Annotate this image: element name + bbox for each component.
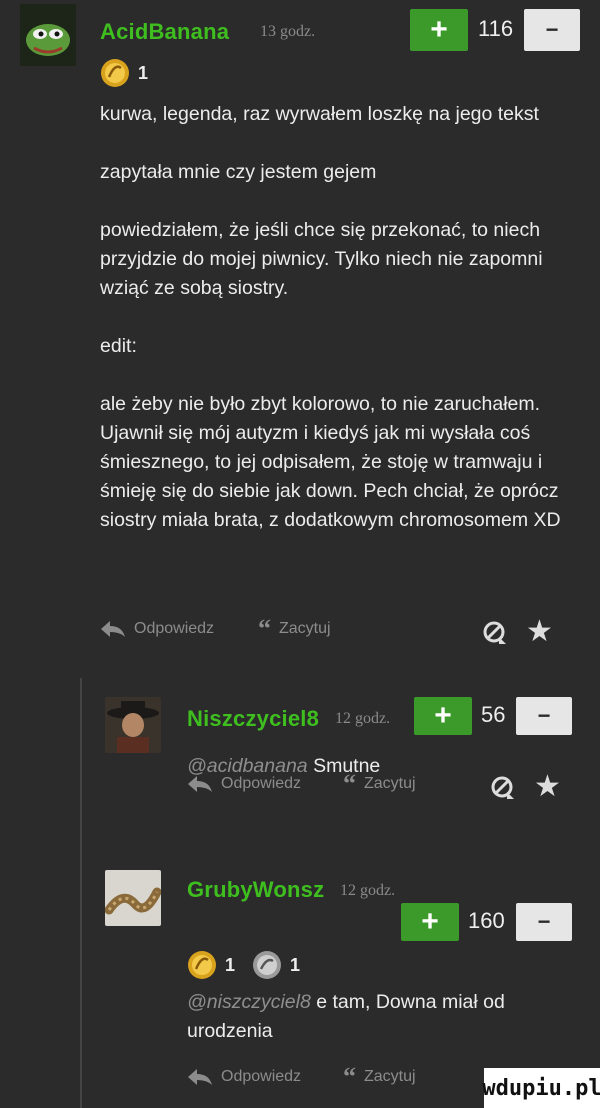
reply-arrow-icon xyxy=(101,621,125,637)
mention-link[interactable]: @niszczyciel8 xyxy=(187,991,311,1013)
pepe-avatar-icon xyxy=(20,4,76,66)
bananas-gold-badge-icon xyxy=(188,951,216,979)
quote-link[interactable]: “ Zacytuj xyxy=(258,614,331,643)
thread-line xyxy=(80,678,82,1108)
comment-time: 12 godz. xyxy=(340,882,396,899)
report-icon[interactable] xyxy=(482,620,508,651)
avatar-niszczyciel8[interactable] xyxy=(105,697,161,753)
quote-label: Zacytuj xyxy=(279,620,331,637)
favorite-star-icon[interactable]: ★ xyxy=(534,772,561,802)
badge-count: 1 xyxy=(138,62,149,83)
vote-plus-button[interactable]: + xyxy=(410,9,468,51)
watermark-logo: wdupiu.pl xyxy=(482,1068,600,1108)
reply-link[interactable]: Odpowiedz xyxy=(187,1068,301,1086)
mention-link[interactable]: @acidbanana xyxy=(187,755,308,777)
vote-score: 56 xyxy=(481,702,506,727)
comment-body: @niszczyciel8 e tam, Downa miał od urodz… xyxy=(187,988,567,1046)
comment-username[interactable]: AcidBanana xyxy=(100,19,229,45)
vote-minus-button[interactable]: − xyxy=(516,697,572,735)
quote-link[interactable]: “ Zacytuj xyxy=(343,769,416,798)
vote-score: 116 xyxy=(478,16,514,41)
avatar-acidbanana[interactable] xyxy=(20,4,76,66)
comment-time: 13 godz. xyxy=(260,23,316,40)
bananas-gold-badge-icon xyxy=(101,59,129,87)
quote-icon: “ xyxy=(258,614,271,643)
badge[interactable]: 1 xyxy=(100,58,148,88)
report-icon[interactable] xyxy=(490,775,516,806)
reply-label: Odpowiedz xyxy=(221,1068,302,1085)
comment-time: 12 godz. xyxy=(335,710,391,727)
comment-body: kurwa, legenda, raz wyrwałem loszkę na j… xyxy=(100,100,565,535)
vote-plus-button[interactable]: + xyxy=(414,697,472,735)
comment-username[interactable]: Niszczyciel8 xyxy=(187,706,319,732)
vote-plus-button[interactable]: + xyxy=(401,903,459,941)
comment-username[interactable]: GrubyWonsz xyxy=(187,877,324,903)
comment-paragraph: kurwa, legenda, raz wyrwałem loszkę na j… xyxy=(100,103,539,125)
badge-count: 1 xyxy=(225,954,236,975)
vote-minus-button[interactable]: − xyxy=(524,9,580,51)
comment-paragraph: zapytała mnie czy jestem gejem xyxy=(100,161,377,183)
quote-label: Zacytuj xyxy=(364,1068,416,1085)
reply-link[interactable]: Odpowiedz xyxy=(187,775,301,793)
silver-badge-icon xyxy=(253,951,281,979)
comment-text: e tam, Downa miał od xyxy=(316,991,505,1013)
quote-link[interactable]: “ Zacytuj xyxy=(343,1062,416,1091)
comment-paragraph: edit: xyxy=(100,335,137,357)
avatar-grubywonsz[interactable] xyxy=(105,870,161,926)
badge[interactable]: 1 xyxy=(187,950,235,980)
cowboy-avatar-icon xyxy=(105,697,161,753)
quote-icon: “ xyxy=(343,769,356,798)
vote-minus-button[interactable]: − xyxy=(516,903,572,941)
comment-paragraph: ale żeby nie było zbyt kolorowo, to nie … xyxy=(100,393,561,531)
reply-label: Odpowiedz xyxy=(221,775,302,792)
comment-paragraph: powiedziałem, że jeśli chce się przekona… xyxy=(100,219,543,299)
reply-arrow-icon xyxy=(188,776,212,792)
quote-icon: “ xyxy=(343,1062,356,1091)
reply-link[interactable]: Odpowiedz xyxy=(100,620,214,638)
quote-label: Zacytuj xyxy=(364,775,416,792)
badge-count: 1 xyxy=(290,954,301,975)
reply-label: Odpowiedz xyxy=(134,620,215,637)
favorite-star-icon[interactable]: ★ xyxy=(526,617,553,647)
badge[interactable]: 1 xyxy=(252,950,300,980)
vote-score: 160 xyxy=(468,908,505,933)
comment-text: urodzenia xyxy=(187,1020,273,1042)
reply-arrow-icon xyxy=(188,1069,212,1085)
snake-avatar-icon xyxy=(105,870,161,926)
